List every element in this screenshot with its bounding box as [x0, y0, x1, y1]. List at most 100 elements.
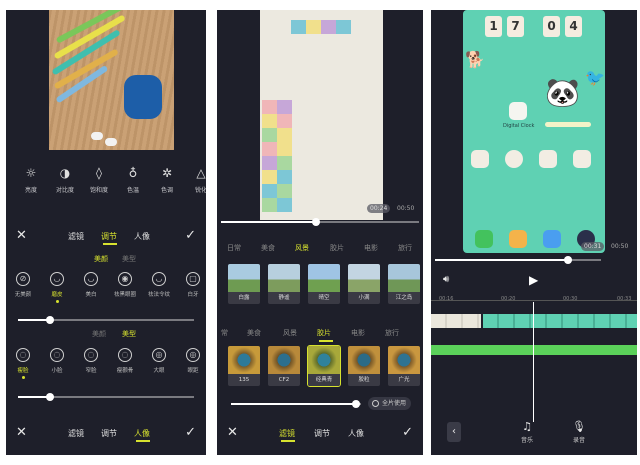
beauty-teeth[interactable]: ▢ 白牙 — [178, 272, 206, 298]
filter-thumb[interactable]: 广光 — [388, 346, 420, 386]
category-film[interactable]: 胶片 — [330, 243, 344, 253]
close-icon[interactable]: ✕ — [227, 425, 238, 440]
shape-big-eye[interactable]: ◎ 大眼 — [144, 348, 174, 374]
beauty-whiten[interactable]: ◡ 美白 — [76, 272, 106, 298]
video-clip[interactable] — [483, 314, 637, 328]
app-icon[interactable] — [471, 150, 489, 168]
check-icon[interactable]: ✓ — [402, 425, 413, 440]
beauty-nasolabial[interactable]: ◡ 祛法令纹 — [144, 272, 174, 298]
close-icon[interactable]: ✕ — [16, 425, 27, 440]
shape-small-face[interactable]: ◌ 小脸 — [42, 348, 72, 374]
tool-sharpen[interactable]: △ 锐化 — [184, 165, 206, 194]
droplet-icon: ◊ — [96, 166, 102, 180]
color-tile — [262, 114, 277, 128]
category-movie[interactable]: 电影 — [351, 328, 365, 338]
filter-thumb[interactable]: 小满 — [348, 264, 380, 304]
filter-thumb[interactable]: 晴空 — [308, 264, 340, 304]
scrub-bar[interactable] — [221, 218, 419, 226]
filter-thumb[interactable]: 白露 — [228, 264, 260, 304]
music-button[interactable]: ♫ 音乐 — [513, 420, 541, 444]
tab-filter[interactable]: 滤镜 — [68, 428, 84, 439]
browser-app-icon[interactable] — [543, 230, 561, 248]
color-tile — [306, 20, 321, 34]
tool-tint[interactable]: ✲ 色调 — [150, 165, 184, 194]
toggle-circle-icon — [372, 400, 379, 407]
filter-thumb[interactable]: 135 — [228, 346, 260, 386]
slider-knob[interactable] — [351, 400, 360, 408]
scrub-bar[interactable] — [435, 256, 601, 264]
shape-slider[interactable] — [18, 393, 194, 401]
tab-portrait[interactable]: 人像 — [134, 428, 150, 439]
tab-adjust[interactable]: 调节 — [101, 231, 117, 242]
record-button[interactable]: 🎙︎ 录音 — [565, 420, 593, 444]
app-icon[interactable] — [539, 150, 557, 168]
filter-thumb[interactable]: 胶粒 — [348, 346, 380, 386]
color-tile — [277, 128, 292, 142]
thermometer-icon: ♁ — [128, 166, 138, 180]
category-travel[interactable]: 旅行 — [385, 328, 399, 338]
phone-app-icon[interactable] — [475, 230, 493, 248]
app-icon[interactable] — [573, 150, 591, 168]
beauty-none[interactable]: ⊘ 无美颜 — [8, 272, 38, 298]
close-icon[interactable]: ✕ — [16, 228, 27, 243]
section-tab-shape[interactable]: 美型 — [122, 254, 136, 264]
active-tab-underline — [281, 440, 295, 442]
filter-thumb[interactable]: CF2 — [268, 346, 300, 386]
slider-knob[interactable] — [45, 393, 54, 401]
shape-slim-face[interactable]: ◌ 瘦脸 — [8, 348, 38, 379]
tool-brightness[interactable]: ☼ 亮度 — [14, 165, 48, 194]
section-tab-shape-2[interactable]: 美型 — [122, 329, 136, 339]
scrub-knob[interactable] — [563, 256, 572, 264]
category-daily[interactable]: 日常 — [227, 243, 241, 253]
category-travel[interactable]: 旅行 — [398, 243, 412, 253]
thumb-image — [308, 346, 340, 374]
section-tab-beauty-2[interactable]: 美颜 — [92, 329, 106, 339]
intensity-slider[interactable] — [231, 400, 361, 408]
scrub-knob[interactable] — [312, 218, 321, 226]
adjust-panel: ☼ 亮度 ◑ 对比度 ◊ 饱和度 ♁ 色温 ✲ 色调 △ 锐化 ✕ 滤镜 调节 人像 ✓ 美… — [6, 10, 206, 455]
check-icon[interactable]: ✓ — [185, 425, 196, 440]
thumb-image — [388, 264, 420, 292]
filter-thumb[interactable]: 江之岛 — [388, 264, 420, 304]
beauty-smooth[interactable]: ◡ 磨皮 — [42, 272, 72, 303]
play-icon[interactable]: ▶ — [529, 273, 538, 287]
tab-filter[interactable]: 滤镜 — [68, 231, 84, 242]
section-tab-beauty[interactable]: 美颜 — [94, 254, 108, 264]
slider-knob[interactable] — [45, 316, 54, 324]
category-film[interactable]: 胶片 — [317, 328, 331, 338]
video-clip[interactable] — [431, 314, 481, 328]
tab-filter[interactable]: 滤镜 — [279, 428, 295, 439]
shape-cheekbone[interactable]: ◌ 瘦颧骨 — [110, 348, 140, 374]
clock-widget-icon[interactable] — [509, 102, 527, 120]
tab-adjust[interactable]: 调节 — [101, 428, 117, 439]
filter-thumb-selected[interactable]: 经典青 — [307, 345, 341, 387]
shape-narrow-face[interactable]: ◌ 窄脸 — [76, 348, 106, 374]
apply-all-toggle[interactable]: 全片使用 — [368, 397, 412, 410]
beauty-slider[interactable] — [18, 316, 194, 324]
app-icon[interactable] — [505, 150, 523, 168]
category-daily[interactable]: 常 — [221, 328, 228, 338]
notes-app-icon[interactable] — [509, 230, 527, 248]
earbud — [91, 132, 103, 140]
tool-temperature[interactable]: ♁ 色温 — [116, 165, 150, 194]
bottom-tab-bar: ✕ 滤镜 调节 人像 ✓ — [217, 422, 423, 444]
tool-saturation[interactable]: ◊ 饱和度 — [82, 165, 116, 194]
back-chevron-icon[interactable]: ‹ — [447, 422, 461, 442]
volume-icon[interactable]: 🔊︎ — [443, 274, 449, 285]
thumb-image — [348, 346, 380, 374]
category-food[interactable]: 美食 — [247, 328, 261, 338]
category-movie[interactable]: 电影 — [364, 243, 378, 253]
category-scenery[interactable]: 风景 — [283, 328, 297, 338]
shape-eye-distance[interactable]: ◎ 眼距 — [178, 348, 206, 374]
category-food[interactable]: 美食 — [261, 243, 275, 253]
tab-adjust[interactable]: 调节 — [314, 428, 330, 439]
music-track[interactable] — [431, 345, 637, 355]
tab-portrait[interactable]: 人像 — [348, 428, 364, 439]
check-icon[interactable]: ✓ — [185, 228, 196, 243]
filter-thumb[interactable]: 静谧 — [268, 264, 300, 304]
category-scenery[interactable]: 风景 — [295, 243, 309, 253]
tab-portrait[interactable]: 人像 — [134, 231, 150, 242]
tool-contrast[interactable]: ◑ 对比度 — [48, 165, 82, 194]
slider-fill — [18, 319, 50, 321]
beauty-dark-circle[interactable]: ◉ 祛黑眼圈 — [110, 272, 140, 298]
